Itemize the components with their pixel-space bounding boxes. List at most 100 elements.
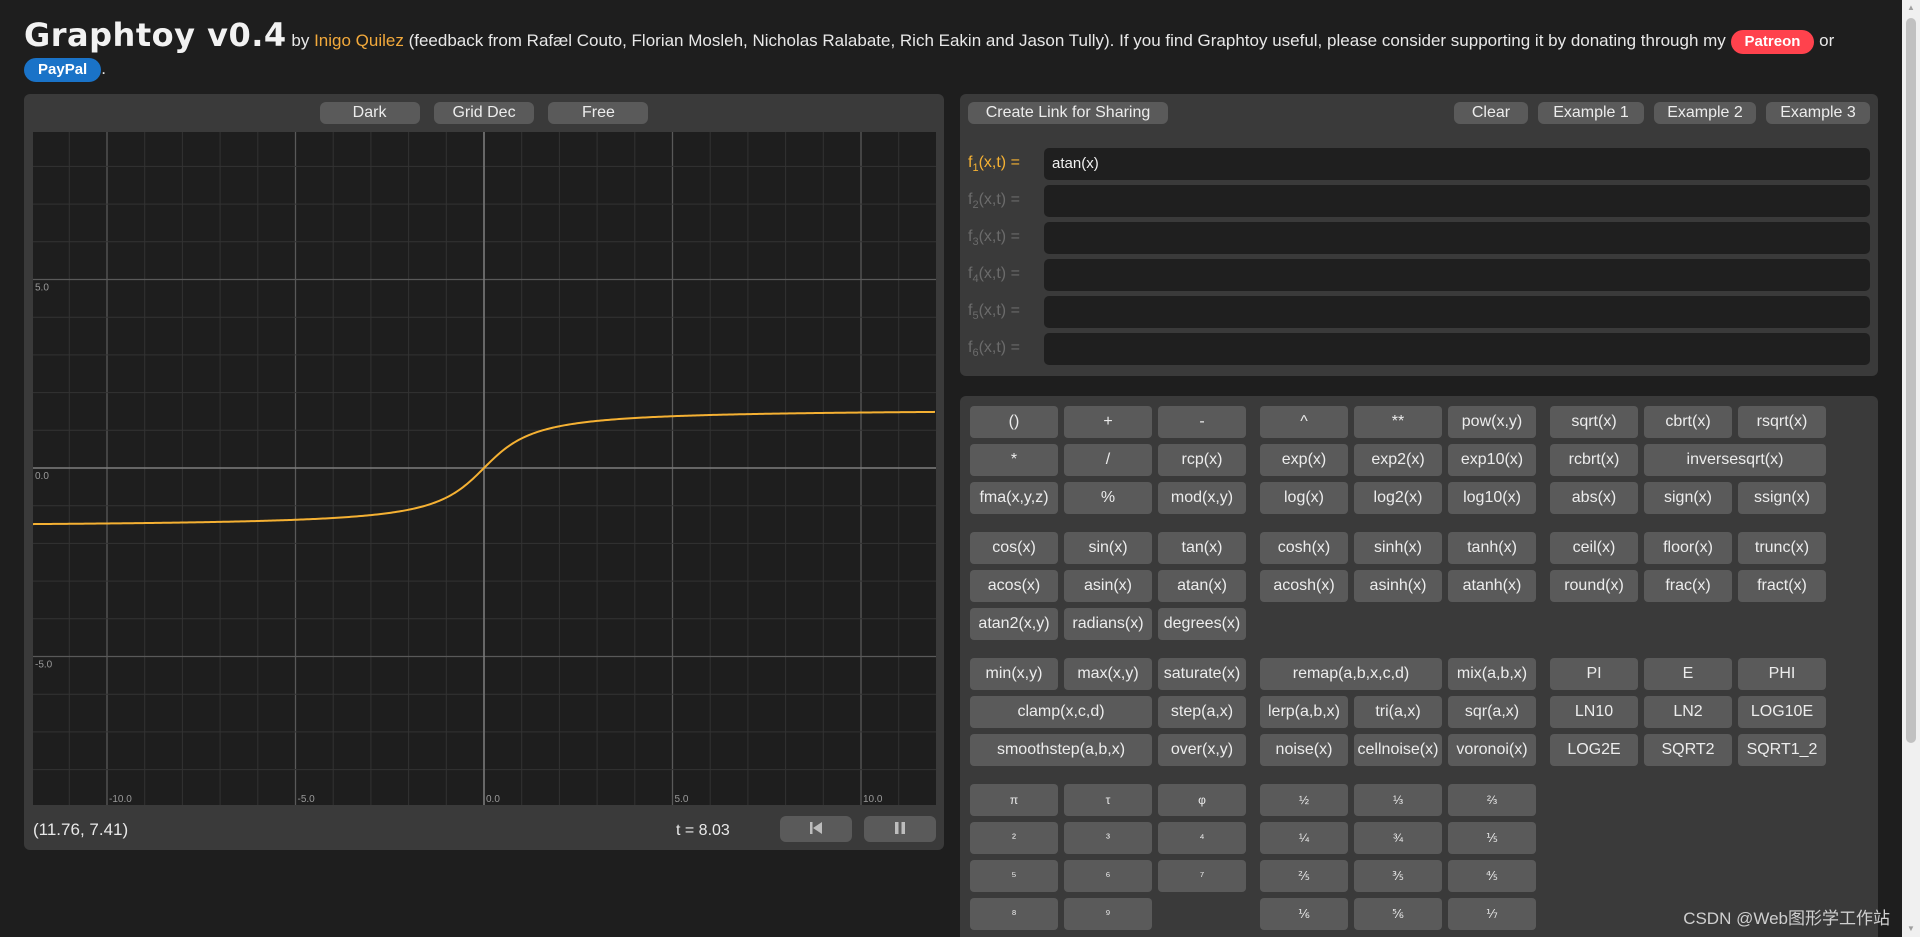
keypad-key[interactable]: atan2(x,y) [970, 608, 1058, 640]
keypad-key[interactable]: ⅗ [1354, 860, 1442, 892]
keypad-key[interactable]: cos(x) [970, 532, 1058, 564]
keypad-key[interactable]: sqrt(x) [1550, 406, 1638, 438]
scroll-up-arrow-icon[interactable]: ▲ [1906, 3, 1916, 13]
keypad-key[interactable]: ⁵ [970, 860, 1058, 892]
keypad-key[interactable]: atan(x) [1158, 570, 1246, 602]
keypad-key[interactable]: LN2 [1644, 696, 1732, 728]
keypad-key[interactable]: log(x) [1260, 482, 1348, 514]
keypad-key[interactable]: atanh(x) [1448, 570, 1536, 602]
vertical-scrollbar[interactable]: ▲ ▼ [1902, 0, 1920, 937]
example-2-button[interactable]: Example 2 [1654, 102, 1756, 124]
keypad-key[interactable]: max(x,y) [1064, 658, 1152, 690]
keypad-key[interactable]: + [1064, 406, 1152, 438]
keypad-key[interactable]: τ [1064, 784, 1152, 816]
keypad-key[interactable]: ⅔ [1448, 784, 1536, 816]
keypad-key[interactable]: ⁹ [1064, 898, 1152, 930]
paypal-button[interactable]: PayPal [24, 58, 102, 82]
keypad-key[interactable]: log10(x) [1448, 482, 1536, 514]
keypad-key[interactable]: * [970, 444, 1058, 476]
keypad-key[interactable]: SQRT1_2 [1738, 734, 1826, 766]
keypad-key[interactable]: ½ [1260, 784, 1348, 816]
function-input-6[interactable] [1044, 333, 1870, 365]
keypad-key[interactable]: ** [1354, 406, 1442, 438]
keypad-key[interactable]: E [1644, 658, 1732, 690]
keypad-key[interactable]: rcp(x) [1158, 444, 1246, 476]
keypad-key[interactable]: φ [1158, 784, 1246, 816]
keypad-key[interactable]: ³ [1064, 822, 1152, 854]
keypad-key[interactable]: fract(x) [1738, 570, 1826, 602]
keypad-key[interactable]: mix(a,b,x) [1448, 658, 1536, 690]
patreon-button[interactable]: Patreon [1730, 30, 1815, 54]
keypad-key[interactable]: cosh(x) [1260, 532, 1348, 564]
grid-mode-button[interactable]: Grid Dec [434, 102, 534, 124]
keypad-key[interactable]: pow(x,y) [1448, 406, 1536, 438]
keypad-key[interactable]: ¼ [1260, 822, 1348, 854]
keypad-key[interactable]: / [1064, 444, 1152, 476]
keypad-key[interactable]: trunc(x) [1738, 532, 1826, 564]
keypad-key[interactable]: min(x,y) [970, 658, 1058, 690]
keypad-key[interactable]: ⅕ [1448, 822, 1536, 854]
keypad-key[interactable]: exp10(x) [1448, 444, 1536, 476]
keypad-key[interactable]: () [970, 406, 1058, 438]
keypad-key[interactable]: fma(x,y,z) [970, 482, 1058, 514]
keypad-key[interactable]: sin(x) [1064, 532, 1152, 564]
keypad-key[interactable]: sqr(a,x) [1448, 696, 1536, 728]
keypad-key[interactable]: degrees(x) [1158, 608, 1246, 640]
keypad-key[interactable]: smoothstep(a,b,x) [970, 734, 1152, 766]
function-input-4[interactable] [1044, 259, 1870, 291]
keypad-key[interactable]: tanh(x) [1448, 532, 1536, 564]
keypad-key[interactable]: asinh(x) [1354, 570, 1442, 602]
view-mode-button[interactable]: Free [548, 102, 649, 124]
keypad-key[interactable]: ⁴ [1158, 822, 1246, 854]
keypad-key[interactable]: exp(x) [1260, 444, 1348, 476]
keypad-key[interactable]: ⅓ [1354, 784, 1442, 816]
keypad-key[interactable]: inversesqrt(x) [1644, 444, 1826, 476]
keypad-key[interactable]: tri(a,x) [1354, 696, 1442, 728]
keypad-key[interactable]: noise(x) [1260, 734, 1348, 766]
keypad-key[interactable]: sign(x) [1644, 482, 1732, 514]
keypad-key[interactable]: LOG2E [1550, 734, 1638, 766]
keypad-key[interactable]: mod(x,y) [1158, 482, 1246, 514]
keypad-key[interactable]: ⅙ [1260, 898, 1348, 930]
keypad-key[interactable]: acosh(x) [1260, 570, 1348, 602]
keypad-key[interactable]: step(a,x) [1158, 696, 1246, 728]
keypad-key[interactable]: cellnoise(x) [1354, 734, 1442, 766]
keypad-key[interactable]: sinh(x) [1354, 532, 1442, 564]
clear-button[interactable]: Clear [1454, 102, 1528, 124]
keypad-key[interactable]: - [1158, 406, 1246, 438]
dark-theme-button[interactable]: Dark [319, 102, 420, 124]
keypad-key[interactable]: asin(x) [1064, 570, 1152, 602]
keypad-key[interactable]: lerp(a,b,x) [1260, 696, 1348, 728]
keypad-key[interactable]: tan(x) [1158, 532, 1246, 564]
graph-canvas[interactable]: -10.0 -5.0 0.0 5.0 10.0 5.0 0.0 -5.0 [33, 132, 936, 805]
keypad-key[interactable]: floor(x) [1644, 532, 1732, 564]
keypad-key[interactable]: ⁷ [1158, 860, 1246, 892]
keypad-key[interactable]: exp2(x) [1354, 444, 1442, 476]
keypad-key[interactable]: voronoi(x) [1448, 734, 1536, 766]
example-3-button[interactable]: Example 3 [1766, 102, 1870, 124]
author-link[interactable]: Inigo Quilez [314, 31, 404, 50]
scroll-down-arrow-icon[interactable]: ▼ [1906, 924, 1916, 934]
keypad-key[interactable]: LN10 [1550, 696, 1638, 728]
function-input-2[interactable] [1044, 185, 1870, 217]
function-input-1[interactable]: atan(x) [1044, 148, 1870, 180]
keypad-key[interactable]: round(x) [1550, 570, 1638, 602]
keypad-key[interactable]: ¾ [1354, 822, 1442, 854]
keypad-key[interactable]: over(x,y) [1158, 734, 1246, 766]
keypad-key[interactable]: acos(x) [970, 570, 1058, 602]
keypad-key[interactable]: saturate(x) [1158, 658, 1246, 690]
keypad-key[interactable]: ssign(x) [1738, 482, 1826, 514]
example-1-button[interactable]: Example 1 [1538, 102, 1644, 124]
pause-button[interactable] [864, 816, 936, 842]
keypad-key[interactable]: ² [970, 822, 1058, 854]
keypad-key[interactable]: radians(x) [1064, 608, 1152, 640]
function-input-3[interactable] [1044, 222, 1870, 254]
scrollbar-thumb[interactable] [1906, 18, 1916, 743]
keypad-key[interactable]: rcbrt(x) [1550, 444, 1638, 476]
keypad-key[interactable]: ceil(x) [1550, 532, 1638, 564]
keypad-key[interactable]: SQRT2 [1644, 734, 1732, 766]
create-link-button[interactable]: Create Link for Sharing [968, 102, 1168, 124]
function-input-5[interactable] [1044, 296, 1870, 328]
keypad-key[interactable]: PI [1550, 658, 1638, 690]
keypad-key[interactable]: rsqrt(x) [1738, 406, 1826, 438]
